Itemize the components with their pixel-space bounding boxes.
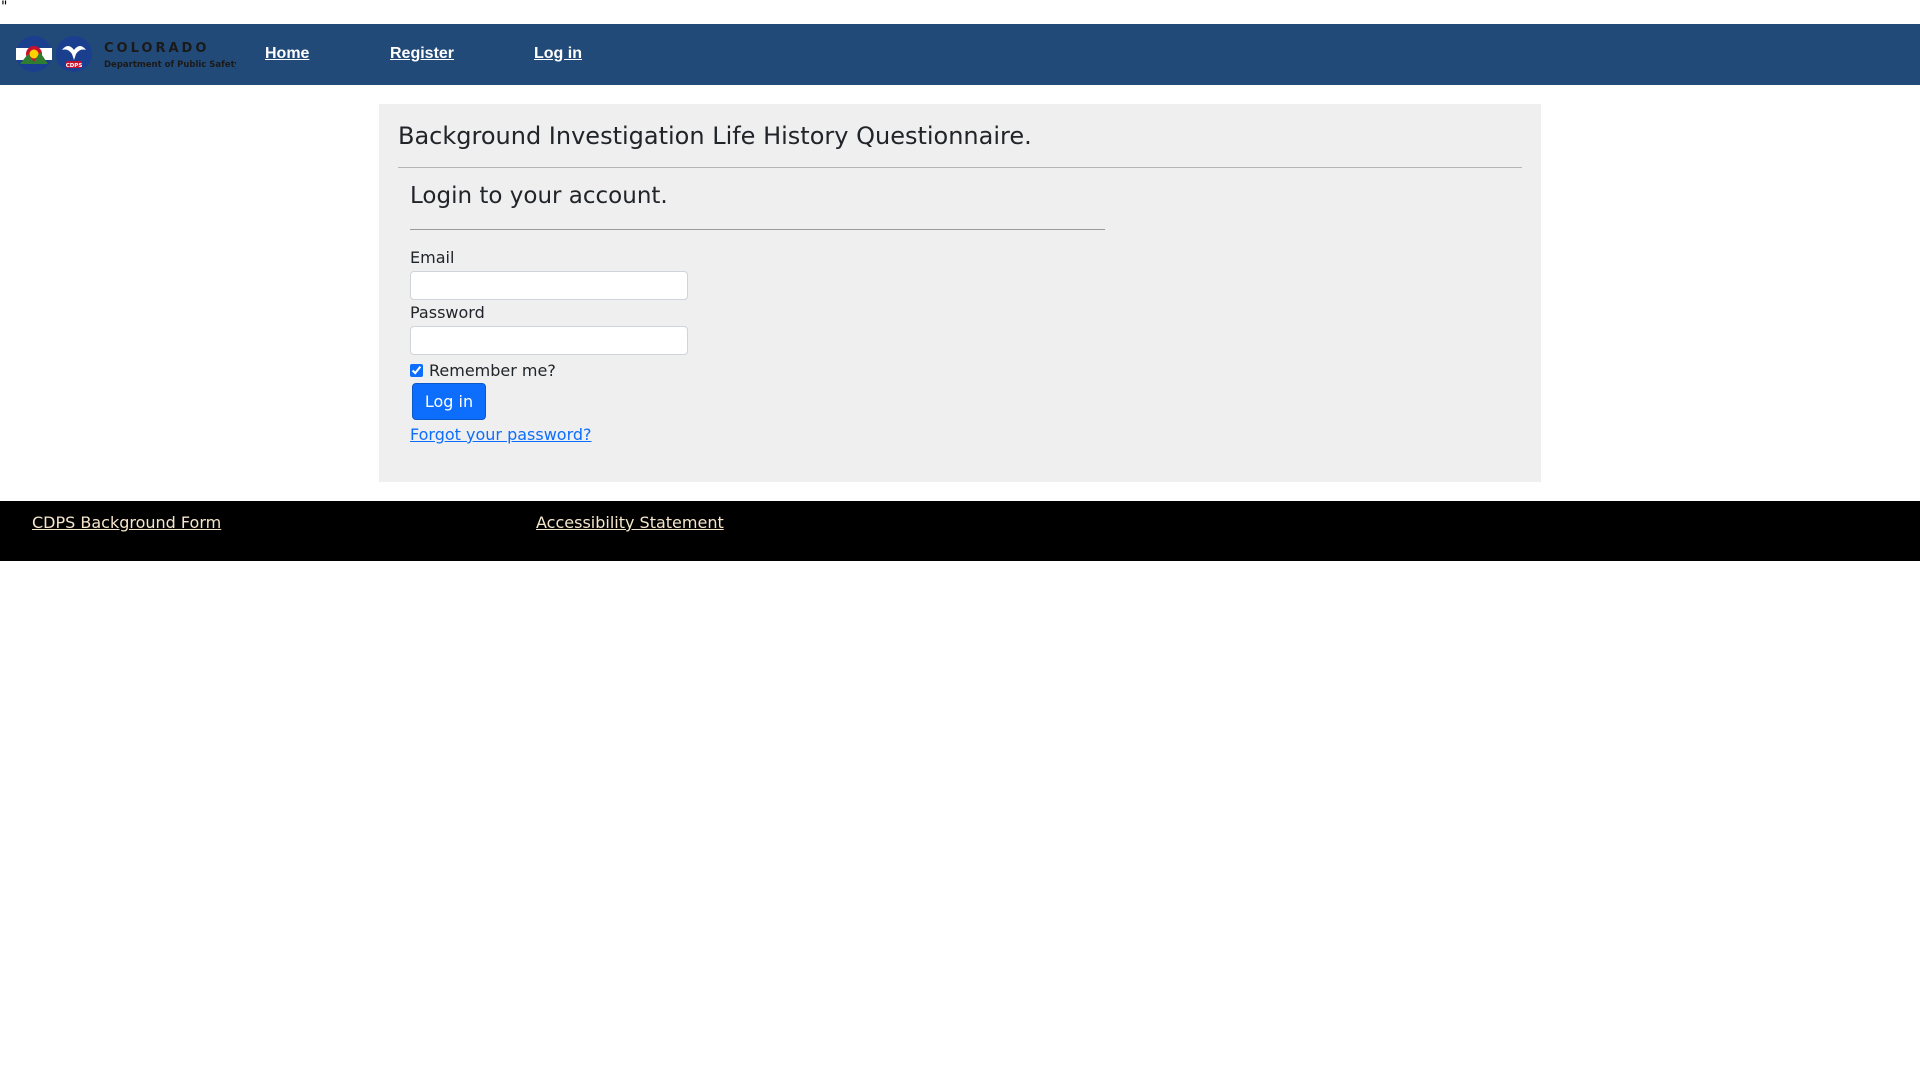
nav-link-register[interactable]: Register (390, 45, 454, 63)
remember-me-checkbox[interactable] (410, 363, 423, 377)
svg-text:COLORADO: COLORADO (104, 41, 209, 56)
svg-text:Department of Public Safety: Department of Public Safety (104, 60, 236, 70)
footer-link-accessibility[interactable]: Accessibility Statement (536, 513, 724, 532)
login-card: Background Investigation Life History Qu… (379, 104, 1541, 482)
footer-link-background-form[interactable]: CDPS Background Form (32, 513, 221, 532)
forgot-password-link[interactable]: Forgot your password? (410, 425, 592, 444)
login-heading-divider (410, 229, 1105, 230)
page-title: Background Investigation Life History Qu… (398, 122, 1032, 150)
email-label: Email (410, 248, 455, 267)
login-heading: Login to your account. (410, 183, 668, 209)
password-label: Password (410, 303, 485, 322)
nav-link-login[interactable]: Log in (534, 45, 582, 63)
page-footer: CDPS Background Form Accessibility State… (0, 501, 1920, 561)
password-field[interactable] (410, 326, 688, 355)
remember-me-label[interactable]: Remember me? (429, 361, 556, 380)
cdps-logo[interactable]: CDPS COLORADO Department of Public Safet… (14, 34, 241, 74)
stray-quote-text: " (1, 0, 8, 15)
email-field[interactable] (410, 271, 688, 300)
remember-me-row: Remember me? (410, 360, 556, 380)
svg-text:CDPS: CDPS (66, 63, 83, 69)
colorado-cdps-logo-icon: CDPS COLORADO Department of Public Safet… (16, 36, 241, 72)
top-navigation-bar: CDPS COLORADO Department of Public Safet… (0, 24, 1920, 85)
login-submit-button[interactable]: Log in (412, 383, 486, 420)
nav-link-home[interactable]: Home (265, 45, 309, 63)
title-divider (398, 167, 1522, 168)
